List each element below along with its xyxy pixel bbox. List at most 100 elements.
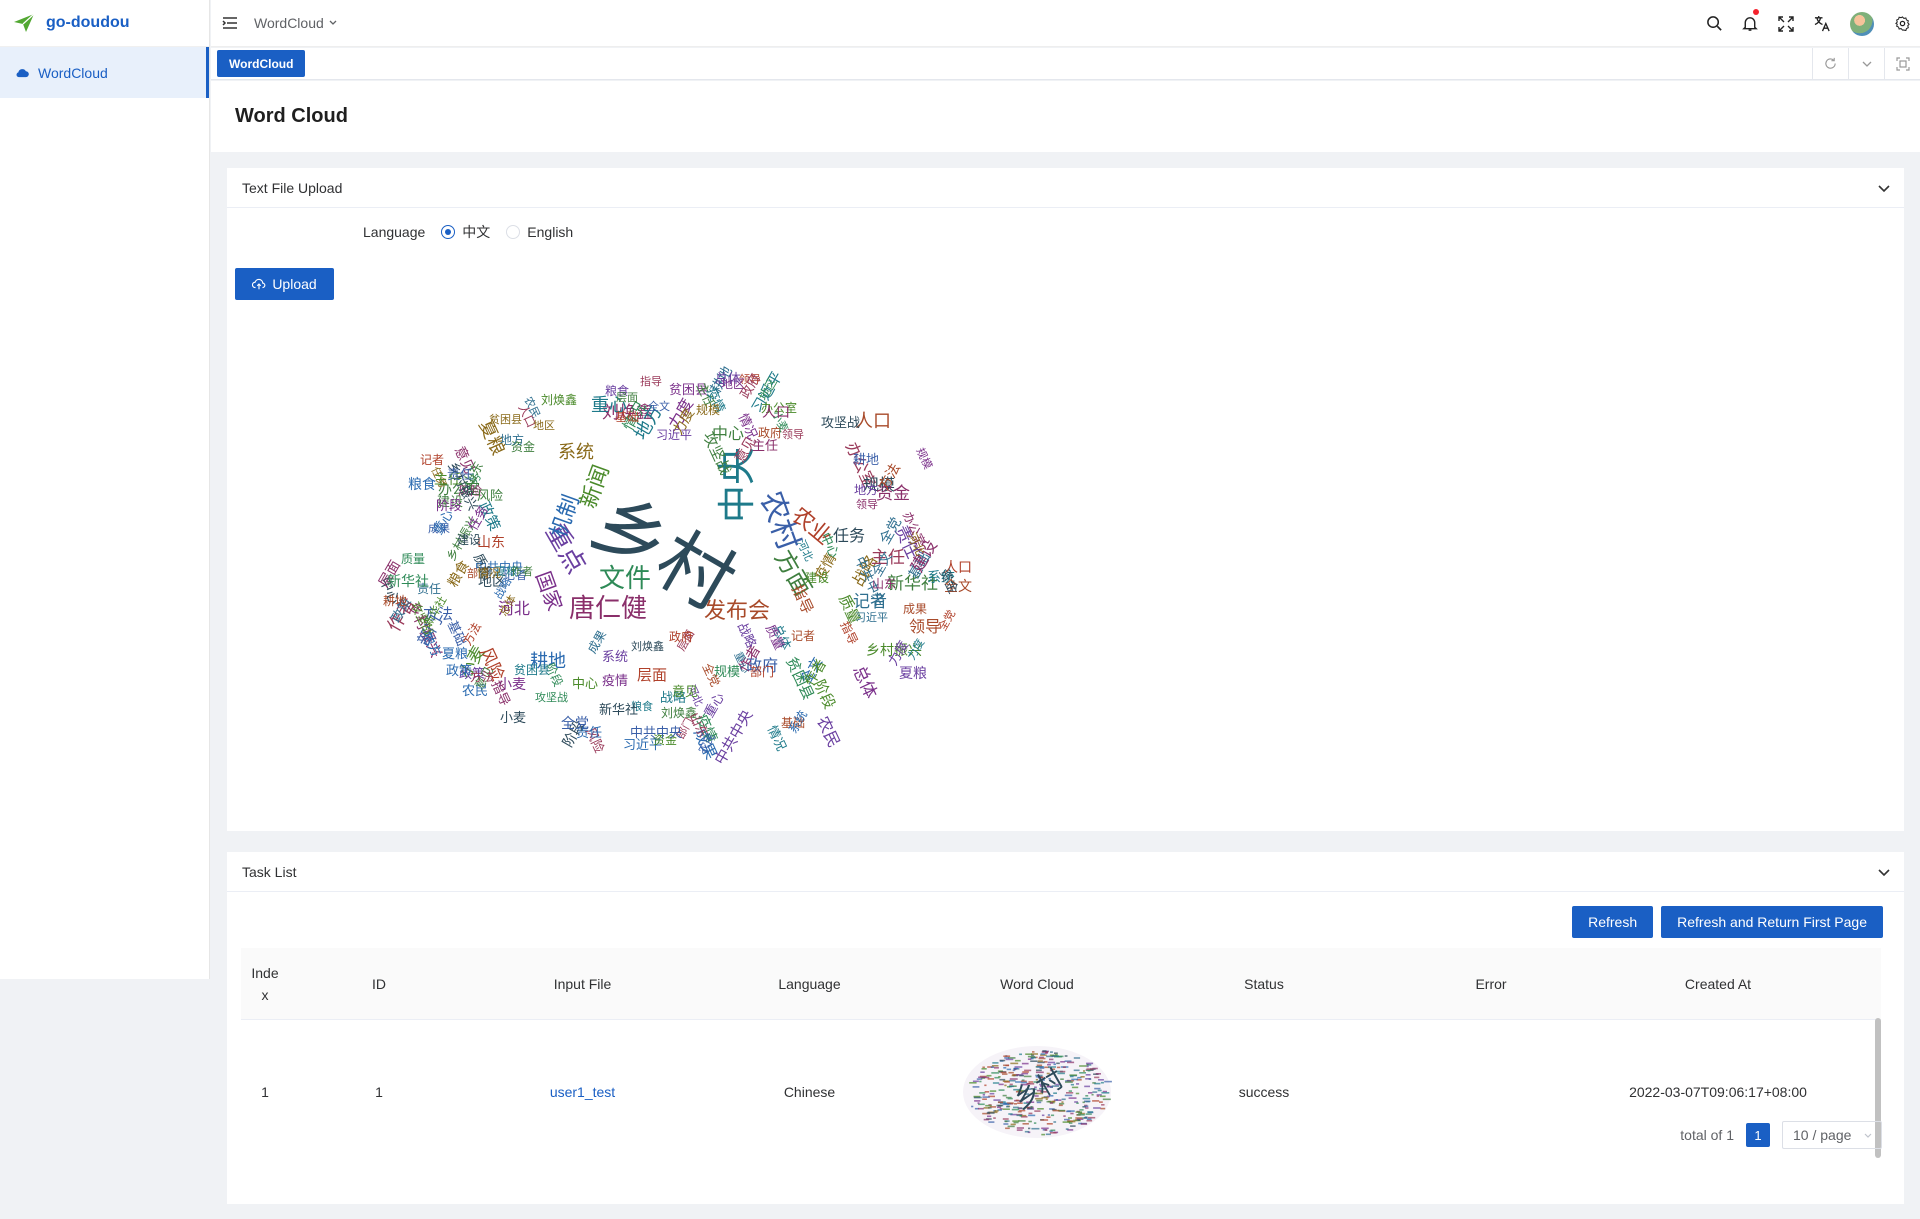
table-row: 1 1 user1_test Chinese 乡村 success 2022-0… (241, 1020, 1881, 1164)
thumbnail-word-mark (1071, 1078, 1078, 1081)
upload-button[interactable]: Upload (235, 268, 334, 300)
column-created-at: Created At (1684, 975, 1752, 992)
sidebar-item-wordcloud[interactable]: WordCloud (0, 47, 209, 98)
thumbnail-word-mark (1041, 1127, 1049, 1130)
thumbnail-word-mark (1052, 1100, 1055, 1103)
chevron-down-icon[interactable] (1876, 864, 1892, 880)
thumbnail-word-mark (1066, 1092, 1074, 1094)
thumbnail-word-mark (1013, 1067, 1018, 1070)
thumbnail-word-mark (1022, 1071, 1029, 1073)
page-number-1[interactable]: 1 (1746, 1123, 1770, 1147)
thumbnail-word-mark (1079, 1109, 1084, 1111)
input-file-link[interactable]: user1_test (469, 1084, 696, 1100)
menu-fold-icon[interactable] (222, 15, 238, 31)
breadcrumb[interactable]: WordCloud (254, 15, 338, 31)
bell-icon[interactable] (1732, 0, 1768, 47)
thumbnail-word-mark (1003, 1064, 1010, 1067)
thumbnail-word-mark (1073, 1069, 1080, 1072)
word-cloud-word: 人口 (855, 411, 891, 432)
thumbnail-word-mark (1080, 1123, 1088, 1125)
thumbnail-word-mark (1044, 1129, 1048, 1131)
thumbnail-word-mark (1050, 1051, 1053, 1053)
page-size-select[interactable]: 10 / page (1782, 1121, 1882, 1149)
search-icon[interactable] (1696, 0, 1732, 47)
thumbnail-word-mark (1046, 1116, 1051, 1118)
thumbnail-word-mark (1014, 1066, 1023, 1068)
word-cloud-word: 阶段 (436, 499, 463, 514)
thumbnail-word-mark (1068, 1117, 1072, 1119)
refresh-first-page-button[interactable]: Refresh and Return First Page (1661, 906, 1883, 938)
gear-icon[interactable] (1884, 0, 1920, 47)
thumbnail-word-mark (1040, 1119, 1049, 1121)
thumbnail-word-mark (1033, 1122, 1037, 1124)
task-table: Index ID Input File Language Word Cloud … (241, 948, 1881, 1164)
thumbnail-word-mark (1099, 1095, 1106, 1098)
word-cloud-word: 夏粮 (442, 647, 469, 662)
chevron-down-icon[interactable] (1876, 180, 1892, 196)
thumbnail-word-mark (992, 1062, 999, 1064)
thumbnail-word-mark (1085, 1107, 1089, 1109)
cloud-icon (16, 66, 30, 80)
thumbnail-word-mark (991, 1065, 999, 1067)
thumbnail-word-mark (1099, 1101, 1103, 1103)
fullscreen-icon[interactable] (1768, 0, 1804, 47)
word-cloud-word: 文件 (599, 564, 652, 594)
thumbnail-word-mark (1009, 1078, 1018, 1080)
thumbnail-word-mark (1086, 1118, 1092, 1120)
thumbnail-word-mark (1101, 1104, 1105, 1106)
thumbnail-word-mark (1092, 1100, 1100, 1102)
thumbnail-word-mark (1071, 1086, 1079, 1089)
thumbnail-word-mark (1100, 1107, 1106, 1110)
thumbnail-word-mark (996, 1104, 1004, 1107)
top-header: WordCloud (211, 0, 1920, 47)
thumbnail-word-mark (1049, 1132, 1057, 1134)
translate-icon[interactable] (1804, 0, 1840, 47)
word-cloud-word: 习近平 (656, 428, 693, 442)
word-cloud-word: 新华社 (599, 703, 639, 718)
thumbnail-word-mark (1002, 1073, 1008, 1075)
chevron-down-icon[interactable] (1848, 48, 1884, 79)
upload-card-header[interactable]: Text File Upload (227, 168, 1904, 208)
task-actions: Refresh Refresh and Return First Page (1572, 906, 1883, 938)
cell-word-cloud: 乡村 (923, 1044, 1151, 1140)
word-cloud-word: 方法 (470, 670, 495, 684)
refresh-button[interactable]: Refresh (1572, 906, 1654, 938)
reload-icon[interactable] (1812, 48, 1848, 79)
task-card-header[interactable]: Task List (227, 852, 1904, 892)
thumbnail-word-mark (994, 1110, 999, 1112)
thumbnail-word-mark (982, 1094, 985, 1096)
thumbnail-word-mark (1084, 1105, 1089, 1108)
word-cloud-thumbnail[interactable]: 乡村 (962, 1044, 1112, 1140)
column-id: ID (372, 975, 386, 992)
tab-wordcloud[interactable]: WordCloud (217, 50, 306, 77)
word-cloud-word: 唐仁健 (569, 594, 648, 624)
thumbnail-word-mark (981, 1068, 987, 1070)
thumbnail-word-mark (1034, 1110, 1041, 1112)
word-cloud-word: 成果 (903, 602, 928, 616)
word-cloud-word: 新华社 (387, 574, 429, 590)
thumbnail-word-mark (1018, 1120, 1026, 1122)
language-label: Language (363, 224, 426, 240)
thumbnail-word-mark (1097, 1089, 1102, 1092)
thumbnail-word-mark (1095, 1073, 1101, 1075)
thumbnail-word-mark (1002, 1094, 1007, 1097)
thumbnail-word-mark (1075, 1092, 1080, 1095)
expand-icon[interactable] (1884, 48, 1920, 79)
sidebar: go-doudou WordCloud (0, 0, 210, 979)
thumbnail-word-mark (1008, 1113, 1013, 1115)
thumbnail-word-mark (984, 1084, 987, 1087)
thumbnail-word-mark (1064, 1055, 1068, 1057)
app-logo[interactable]: go-doudou (0, 0, 209, 47)
thumbnail-word-mark (1016, 1127, 1024, 1129)
radio-english[interactable]: English (506, 224, 573, 240)
avatar[interactable] (1840, 0, 1884, 47)
thumbnail-word-mark (989, 1106, 997, 1108)
word-cloud-word: 任务 (833, 526, 866, 545)
thumbnail-word-mark (1064, 1118, 1070, 1121)
radio-chinese[interactable]: 中文 (441, 222, 490, 242)
thumbnail-word-mark (1039, 1056, 1044, 1059)
thumbnail-word-mark (1068, 1097, 1077, 1099)
thumbnail-word-mark (1084, 1085, 1090, 1088)
thumbnail-word-mark (1069, 1075, 1074, 1078)
chevron-down-icon (329, 20, 337, 25)
